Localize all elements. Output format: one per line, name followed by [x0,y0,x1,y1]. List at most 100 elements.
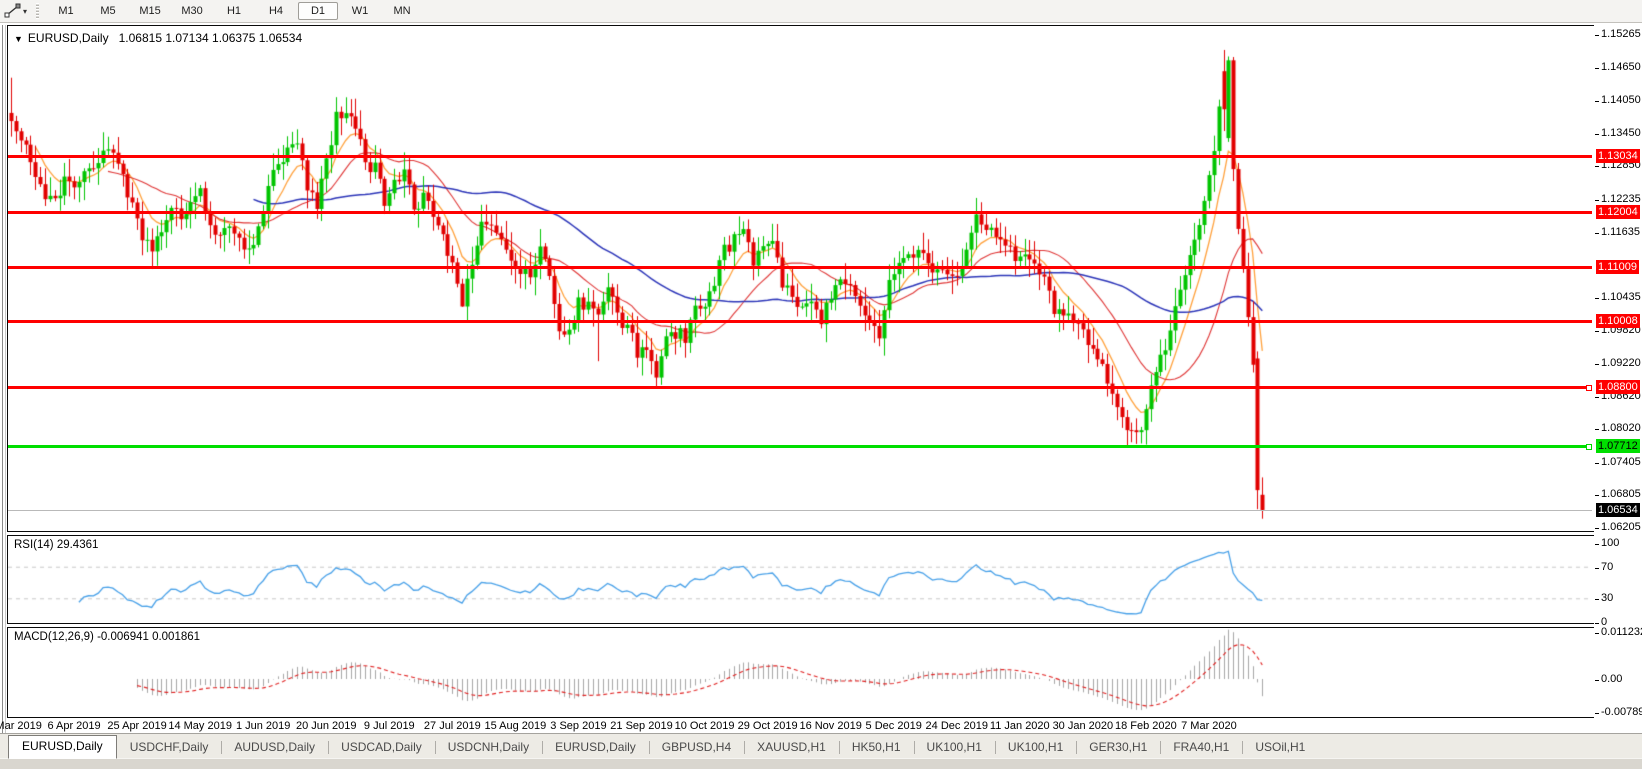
timeframe-button-m5[interactable]: M5 [88,2,128,20]
macd-axis-label: -0.007894 [1601,706,1642,718]
macd-axis-label: 0.011232 [1601,626,1642,638]
price-tick-label: 1.08020 [1601,422,1641,434]
price-axis[interactable]: 1.152651.146501.140501.134501.128501.122… [1594,23,1642,733]
trendline-drawing-tool-icon[interactable] [4,3,22,19]
rsi-canvas[interactable] [8,536,1592,621]
tab-usdcad-daily[interactable]: USDCAD,Daily [328,736,435,759]
tab-eurusd-daily[interactable]: EURUSD,Daily [542,736,649,759]
hline-price-label: 1.07712 [1596,439,1640,453]
date-tick-label: 9 Jul 2019 [364,720,415,732]
price-tick-label: 1.15265 [1601,28,1641,40]
tab-xauusd-h1[interactable]: XAUUSD,H1 [744,736,839,759]
tab-fra40-h1[interactable]: FRA40,H1 [1160,736,1242,759]
macd-label: MACD(12,26,9) -0.006941 0.001861 [14,631,200,643]
date-tick-label: 19 Mar 2019 [0,720,42,732]
tab-usdcnh-daily[interactable]: USDCNH,Daily [435,736,542,759]
timeframe-button-mn[interactable]: MN [382,2,422,20]
tab-audusd-daily[interactable]: AUDUSD,Daily [221,736,328,759]
tab-uk100-h1[interactable]: UK100,H1 [914,736,995,759]
bid-price-line [8,510,1592,511]
tab-usoil-h1[interactable]: USOil,H1 [1242,736,1318,759]
date-tick-label: 20 Jun 2019 [296,720,357,732]
price-tick-label: 1.11635 [1601,226,1640,238]
timeframe-buttons: M1M5M15M30H1H4D1W1MN [45,0,423,22]
date-tick-label: 16 Nov 2019 [799,720,861,732]
hline-price-label: 1.11009 [1596,260,1639,274]
tab-eurusd-daily[interactable]: EURUSD,Daily [8,735,117,759]
date-tick-label: 7 Mar 2020 [1181,720,1237,732]
timeframe-button-h1[interactable]: H1 [214,2,254,20]
date-tick-label: 5 Dec 2019 [866,720,922,732]
timeframe-button-h4[interactable]: H4 [256,2,296,20]
tab-gbpusd-h4[interactable]: GBPUSD,H4 [649,736,744,759]
toolbar-grip[interactable] [36,3,39,19]
current-price-label: 1.06534 [1596,503,1640,517]
date-tick-label: 14 May 2019 [168,720,232,732]
date-axis[interactable]: 19 Mar 20196 Apr 201925 Apr 201914 May 2… [7,718,1594,734]
horizontal-level-line[interactable] [8,155,1592,158]
price-tick-label: 1.06205 [1601,521,1641,533]
horizontal-level-line[interactable] [8,386,1592,389]
horizontal-level-line[interactable] [8,445,1592,448]
timeframes-toolbar: ▾ M1M5M15M30H1H4D1W1MN [0,0,1642,23]
chart-symbol-label: EURUSD,Daily [28,31,109,45]
date-tick-label: 10 Oct 2019 [675,720,735,732]
price-tick-label: 1.13450 [1601,127,1641,139]
date-tick-label: 18 Feb 2020 [1115,720,1177,732]
tab-hk50-h1[interactable]: HK50,H1 [839,736,914,759]
rsi-axis-label: 100 [1601,537,1619,549]
line-drag-handle[interactable] [1586,444,1592,450]
dropdown-caret-icon[interactable]: ▾ [23,7,27,16]
chart-title: ▼ EURUSD,Daily 1.06815 1.07134 1.06375 1.0… [14,31,302,45]
hline-price-label: 1.08800 [1596,380,1640,394]
window-frame-line [5,25,6,733]
timeframe-button-m1[interactable]: M1 [46,2,86,20]
hline-price-label: 1.12004 [1596,205,1640,219]
chart-window: ▼ EURUSD,Daily 1.06815 1.07134 1.06375 1.0… [0,23,1642,733]
tab-ger30-h1[interactable]: GER30,H1 [1076,736,1160,759]
macd-canvas[interactable] [8,628,1592,715]
window-frame-line [2,25,3,733]
price-tick-label: 1.12235 [1601,193,1641,205]
price-tick-label: 1.07405 [1601,456,1641,468]
timeframe-button-m15[interactable]: M15 [130,2,170,20]
hline-price-label: 1.10008 [1596,314,1640,328]
timeframe-button-m30[interactable]: M30 [172,2,212,20]
timeframe-button-w1[interactable]: W1 [340,2,380,20]
price-tick-label: 1.14650 [1601,61,1641,73]
horizontal-level-line[interactable] [8,211,1592,214]
window-bottom-strip [0,758,1642,769]
chart-ohlc-values: 1.06815 1.07134 1.06375 1.06534 [119,31,303,45]
date-tick-label: 6 Apr 2019 [47,720,100,732]
horizontal-level-line[interactable] [8,266,1592,269]
line-drag-handle[interactable] [1586,385,1592,391]
rsi-label: RSI(14) 29.4361 [14,539,98,551]
tab-uk100-h1[interactable]: UK100,H1 [995,736,1076,759]
timeframe-button-d1[interactable]: D1 [298,2,338,20]
rsi-axis-label: 70 [1601,561,1613,573]
date-tick-label: 25 Apr 2019 [107,720,166,732]
macd-indicator-panel[interactable]: MACD(12,26,9) -0.006941 0.001861 [7,627,1595,718]
rsi-axis-label: 30 [1601,592,1613,604]
mt4-application-window: ▾ M1M5M15M30H1H4D1W1MN ▼ EURUSD,Daily 1.06… [0,0,1642,769]
rsi-indicator-panel[interactable]: RSI(14) 29.4361 [7,535,1595,624]
macd-axis-label: 0.00 [1601,673,1622,685]
drawing-tool-group[interactable]: ▾ [0,0,34,22]
chart-tab-bar: EURUSD,DailyUSDCHF,DailyAUDUSD,DailyUSDC… [0,733,1642,759]
date-tick-label: 29 Oct 2019 [738,720,798,732]
price-tick-label: 1.10435 [1601,291,1641,303]
date-tick-label: 27 Jul 2019 [424,720,481,732]
date-tick-label: 24 Dec 2019 [926,720,988,732]
price-tick-label: 1.14050 [1601,94,1641,106]
price-chart-canvas[interactable] [8,26,1592,529]
chart-title-caret-icon[interactable]: ▼ [14,34,23,44]
date-tick-label: 3 Sep 2019 [550,720,606,732]
date-tick-label: 1 Jun 2019 [236,720,290,732]
date-tick-label: 21 Sep 2019 [610,720,672,732]
date-tick-label: 15 Aug 2019 [484,720,546,732]
price-tick-label: 1.09220 [1601,357,1641,369]
tab-usdchf-daily[interactable]: USDCHF,Daily [117,736,222,759]
hline-price-label: 1.13034 [1596,149,1640,163]
price-chart-panel[interactable]: ▼ EURUSD,Daily 1.06815 1.07134 1.06375 1.0… [7,25,1595,532]
horizontal-level-line[interactable] [8,320,1592,323]
